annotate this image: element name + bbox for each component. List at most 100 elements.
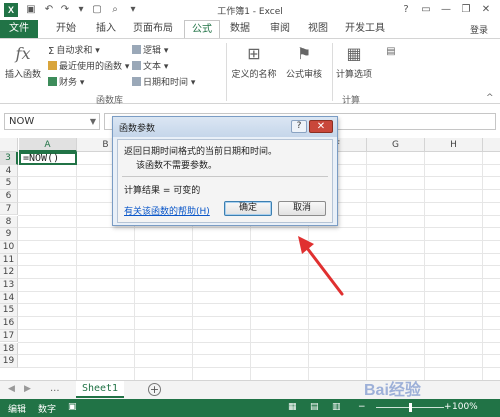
datetime-button[interactable]: 日期和时间 ▾ <box>132 75 195 88</box>
tab-file[interactable]: 文件 <box>0 20 38 38</box>
grid-hline <box>18 290 500 292</box>
formula-auditing-button[interactable]: ⚑ 公式审核 <box>280 43 328 80</box>
tab-view[interactable]: 视图 <box>300 20 336 38</box>
row-header-12[interactable]: 12 <box>0 266 18 279</box>
column-header-i[interactable]: I <box>483 138 500 152</box>
financial-button[interactable]: 财务 ▾ <box>48 75 84 88</box>
row-header-7[interactable]: 7 <box>0 202 18 216</box>
column-header-h[interactable]: H <box>425 138 483 152</box>
tab-page-layout[interactable]: 页面布局 <box>126 20 180 38</box>
tab-developer[interactable]: 开发工具 <box>340 20 390 38</box>
row-header-19[interactable]: 19 <box>0 355 18 368</box>
row-header-11[interactable]: 11 <box>0 253 18 267</box>
row-header-6[interactable]: 6 <box>0 190 18 203</box>
financial-label: 财务 <box>59 78 78 88</box>
datetime-icon <box>132 77 141 86</box>
numlock-indicator: 数字 <box>38 405 57 415</box>
fx-icon: fx <box>15 44 31 63</box>
more-sheets-icon[interactable]: ... <box>50 383 60 394</box>
page-break-view-icon[interactable]: ▥ <box>332 402 341 412</box>
row-header-4[interactable]: 4 <box>0 164 18 178</box>
ribbon-display-icon[interactable]: ▭ <box>418 2 434 18</box>
defined-names-label: 定义的名称 <box>231 70 277 80</box>
grid-hline <box>18 366 500 368</box>
ok-button[interactable]: 确定 <box>224 201 272 216</box>
annotation-arrow <box>298 236 344 296</box>
autosum-button[interactable]: Σ 自动求和 ▾ <box>48 43 100 57</box>
row-header-16[interactable]: 16 <box>0 317 18 330</box>
row-header-18[interactable]: 18 <box>0 342 18 356</box>
minimize-icon[interactable]: — <box>438 2 454 18</box>
tag-icon: ⊞ <box>247 44 261 63</box>
function-description: 返回日期时间格式的当前日期和时间。 <box>124 147 278 157</box>
function-help-link[interactable]: 有关该函数的帮助(H) <box>124 204 210 217</box>
ribbon-formulas: fx 插入函数 Σ 自动求和 ▾ 最近使用的函数 ▾ 财务 ▾ 逻辑 ▾ 文本 ▾… <box>0 38 500 106</box>
calc-options-label: 计算选项 <box>335 70 372 80</box>
row-header-13[interactable]: 13 <box>0 279 18 292</box>
zoom-in-icon[interactable]: + <box>444 402 452 412</box>
autosum-label: 自动求和 <box>56 46 93 56</box>
close-icon[interactable]: ✕ <box>478 2 494 18</box>
row-header-10[interactable]: 10 <box>0 240 18 254</box>
column-header-a[interactable]: A <box>19 138 77 152</box>
ribbon-tabs: 文件 开始 插入 页面布局 公式 数据 审阅 视图 开发工具 登录 <box>0 20 500 38</box>
calc-options-button[interactable]: ▦ 计算选项 <box>326 43 382 80</box>
no-params-note: 该函数不需要参数。 <box>136 161 218 171</box>
row-header-5[interactable]: 5 <box>0 177 18 191</box>
grid-hline <box>18 341 500 343</box>
help-icon[interactable]: ? <box>398 2 414 18</box>
text-button[interactable]: 文本 ▾ <box>132 59 168 72</box>
normal-view-icon[interactable]: ▦ <box>288 402 297 412</box>
tab-review[interactable]: 审阅 <box>262 20 298 38</box>
auditing-icon: ⚑ <box>296 44 312 63</box>
function-library-group-label: 函数库 <box>96 96 124 106</box>
restore-icon[interactable]: ❐ <box>458 2 474 18</box>
defined-names-button[interactable]: ⊞ 定义的名称 <box>230 43 278 80</box>
name-box[interactable]: NOW ▼ <box>4 113 100 130</box>
dialog-titlebar[interactable]: 函数参数 ? ✕ <box>113 117 337 137</box>
row-header-3[interactable]: 3 <box>0 152 18 165</box>
macro-record-icon[interactable]: ▣ <box>68 402 77 412</box>
row-header-15[interactable]: 15 <box>0 304 18 318</box>
collapse-ribbon-icon[interactable]: ^ <box>486 93 494 103</box>
tab-home[interactable]: 开始 <box>46 20 86 38</box>
chevron-down-icon[interactable]: ▼ <box>90 114 96 129</box>
function-arguments-dialog: 函数参数 ? ✕ 返回日期时间格式的当前日期和时间。 该函数不需要参数。 计算结… <box>112 116 338 226</box>
insert-function-label: 插入函数 <box>4 70 41 80</box>
sign-in-link[interactable]: 登录 <box>470 23 488 36</box>
zoom-slider-thumb[interactable] <box>409 403 412 412</box>
help-icon[interactable]: ? <box>291 120 307 133</box>
active-cell-a3[interactable]: =NOW() <box>19 152 77 165</box>
tab-data[interactable]: 数据 <box>222 20 258 38</box>
select-all-corner[interactable] <box>0 138 18 152</box>
row-header-9[interactable]: 9 <box>0 228 18 241</box>
column-header-g[interactable]: G <box>367 138 425 152</box>
name-box-value: NOW <box>9 116 35 127</box>
zoom-percent[interactable]: 100% <box>452 402 478 412</box>
star-icon <box>48 61 57 70</box>
row-header-8[interactable]: 8 <box>0 215 18 229</box>
excel-window: X ▣ ↶ ↷ ▾ ▢ ⌕ ▾ 工作簿1 - Excel ? ▭ — ❐ ✕ 文… <box>0 0 500 417</box>
logical-button[interactable]: 逻辑 ▾ <box>132 43 168 56</box>
grid-hline <box>18 265 500 267</box>
row-header-14[interactable]: 14 <box>0 291 18 305</box>
add-sheet-icon[interactable]: + <box>148 383 161 396</box>
title-bar: X ▣ ↶ ↷ ▾ ▢ ⌕ ▾ 工作簿1 - Excel ? ▭ — ❐ ✕ <box>0 0 500 20</box>
watermark-text: Bai经验 <box>364 380 422 399</box>
calc-now-button[interactable]: ▤ <box>384 45 398 61</box>
insert-function-button[interactable]: fx 插入函数 <box>2 43 44 80</box>
row-header-17[interactable]: 17 <box>0 329 18 343</box>
dialog-divider <box>122 176 328 177</box>
cancel-button[interactable]: 取消 <box>278 201 326 216</box>
tab-formulas[interactable]: 公式 <box>184 20 220 38</box>
recent-functions-button[interactable]: 最近使用的函数 ▾ <box>48 59 129 72</box>
sheet-tab-sheet1[interactable]: Sheet1 <box>76 381 124 398</box>
zoom-out-icon[interactable]: − <box>358 402 366 412</box>
close-icon[interactable]: ✕ <box>309 120 333 133</box>
prev-sheet-icon[interactable]: ◀ <box>8 384 15 394</box>
grid-hline <box>18 278 500 279</box>
next-sheet-icon[interactable]: ▶ <box>24 384 31 394</box>
page-layout-view-icon[interactable]: ▤ <box>310 402 319 412</box>
group-divider <box>226 43 227 101</box>
tab-insert[interactable]: 插入 <box>88 20 124 38</box>
